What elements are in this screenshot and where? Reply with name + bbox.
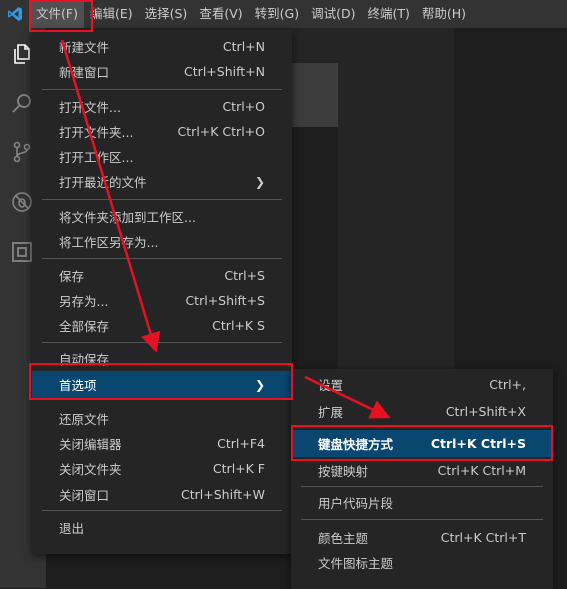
menu-help[interactable]: 帮助(H) xyxy=(416,0,472,28)
menu-item-file-icon-theme[interactable]: 文件图标主题 xyxy=(291,550,553,575)
menu-item-color-theme[interactable]: 颜色主题 Ctrl+K Ctrl+T xyxy=(291,525,553,550)
menu-item-open-file[interactable]: 打开文件... Ctrl+O xyxy=(32,94,292,119)
menu-file[interactable]: 文件(F) xyxy=(30,0,84,28)
menu-item-new-window[interactable]: 新建窗口 Ctrl+Shift+N xyxy=(32,59,292,84)
menu-debug[interactable]: 调试(D) xyxy=(305,0,361,28)
menu-item-save-all[interactable]: 全部保存 Ctrl+K S xyxy=(32,313,292,338)
menu-item-open-workspace[interactable]: 打开工作区... xyxy=(32,144,292,169)
menu-item-preferences[interactable]: 首选项 ❯ xyxy=(32,371,292,398)
menu-item-close-editor[interactable]: 关闭编辑器 Ctrl+F4 xyxy=(32,431,292,456)
menu-item-revert-file[interactable]: 还原文件 xyxy=(32,406,292,431)
menu-separator xyxy=(42,510,282,511)
chevron-right-icon: ❯ xyxy=(254,174,265,189)
chevron-right-icon: ❯ xyxy=(254,377,265,392)
menu-edit[interactable]: 编辑(E) xyxy=(84,0,139,28)
menu-item-save-workspace-as[interactable]: 将工作区另存为... xyxy=(32,229,292,254)
menu-item-exit[interactable]: 退出 xyxy=(32,515,292,540)
menu-separator xyxy=(301,519,543,520)
menu-item-save[interactable]: 保存 Ctrl+S xyxy=(32,263,292,288)
menu-item-extensions[interactable]: 扩展 Ctrl+Shift+X xyxy=(291,399,553,424)
editor-shade xyxy=(292,63,338,127)
menu-item-close-window[interactable]: 关闭窗口 Ctrl+Shift+W xyxy=(32,482,292,507)
menu-item-add-folder-to-workspace[interactable]: 将文件夹添加到工作区... xyxy=(32,204,292,229)
menu-separator xyxy=(301,486,543,487)
menu-view[interactable]: 查看(V) xyxy=(193,0,248,28)
menu-item-open-folder[interactable]: 打开文件夹... Ctrl+K Ctrl+O xyxy=(32,119,292,144)
vscode-logo-icon xyxy=(0,0,30,28)
preferences-submenu: 设置 Ctrl+, 扩展 Ctrl+Shift+X 键盘快捷方式 Ctrl+K Ctr… xyxy=(291,369,553,589)
menu-item-save-as[interactable]: 另存为... Ctrl+Shift+S xyxy=(32,288,292,313)
menu-terminal[interactable]: 终端(T) xyxy=(361,0,415,28)
menu-item-settings[interactable]: 设置 Ctrl+, xyxy=(291,372,553,397)
menu-item-keymaps[interactable]: 按键映射 Ctrl+K Ctrl+M xyxy=(291,458,553,483)
menu-item-open-recent[interactable]: 打开最近的文件 ❯ xyxy=(32,169,292,194)
menu-separator xyxy=(42,89,282,90)
menu-bar: 文件(F) 编辑(E) 选择(S) 查看(V) 转到(G) 调试(D) 终端(T… xyxy=(0,0,567,28)
menu-go[interactable]: 转到(G) xyxy=(249,0,305,28)
menu-item-auto-save[interactable]: 自动保存 xyxy=(32,346,292,371)
menu-selection[interactable]: 选择(S) xyxy=(139,0,194,28)
menu-item-user-snippets[interactable]: 用户代码片段 xyxy=(291,490,553,515)
menu-item-new-file[interactable]: 新建文件 Ctrl+N xyxy=(32,34,292,59)
menu-separator xyxy=(42,258,282,259)
menu-item-close-folder[interactable]: 关闭文件夹 Ctrl+K F xyxy=(32,456,292,481)
menu-separator xyxy=(42,342,282,343)
file-menu: 新建文件 Ctrl+N 新建窗口 Ctrl+Shift+N 打开文件... Ctrl+… xyxy=(32,30,292,554)
menu-item-keyboard-shortcuts[interactable]: 键盘快捷方式 Ctrl+K Ctrl+S xyxy=(291,430,553,457)
menu-separator xyxy=(42,199,282,200)
